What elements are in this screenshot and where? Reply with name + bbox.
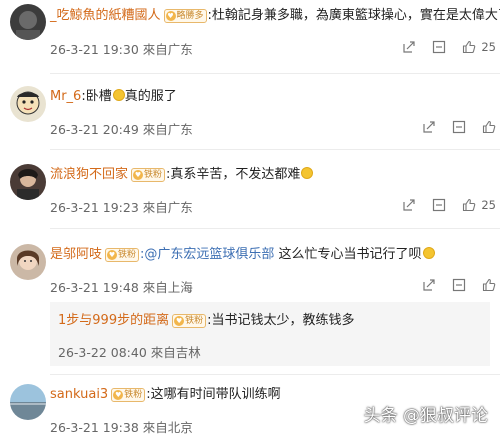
comment-actions: 25	[402, 198, 496, 212]
comment-icon[interactable]	[432, 198, 446, 212]
badge-label: 铁粉	[124, 390, 143, 400]
user-name[interactable]: 流浪狗不回家	[50, 167, 128, 182]
comment-text: :杜翰記身兼多職，為廣東籃球操心，實在是太偉大了	[207, 8, 500, 23]
emoji-icon	[422, 247, 435, 259]
user-name[interactable]: _吃鯨魚的紙糟國人	[50, 8, 161, 23]
location: 來自广东	[142, 122, 193, 137]
comment-text: :这哪有时间带队训练啊	[146, 387, 281, 402]
fan-badge: ♥ 铁粉	[111, 388, 146, 402]
emoji-icon	[301, 167, 314, 179]
user-name[interactable]: Mr_6	[50, 89, 81, 104]
timestamp: 26-3-21 19:30	[50, 42, 139, 57]
comment-meta: 26-3-21 19:30 來自广东	[50, 39, 193, 58]
badge-label: 铁粉	[118, 250, 137, 260]
location: 來自广东	[142, 42, 193, 57]
like-icon[interactable]	[482, 120, 496, 134]
timestamp: 26-3-21 19:23	[50, 200, 139, 215]
reply-user-name[interactable]: 1步与999步的距离	[58, 313, 169, 328]
badge-icon: ♥	[107, 250, 118, 260]
comment-meta: 26-3-21 20:49 來自广东	[50, 119, 193, 138]
timestamp: 26-3-21 19:38	[50, 420, 139, 435]
comment-4: 是邬阿吱 ♥ 铁粉:@广东宏远篮球俱乐部 这么忙专心当书记行了呗 26-3-21 1…	[0, 232, 500, 372]
comment-text: :真系辛苦，不发达都难	[166, 167, 301, 182]
like-icon[interactable]	[462, 40, 476, 54]
divider	[50, 149, 500, 150]
divider	[50, 374, 500, 375]
comment-header: 是邬阿吱 ♥ 铁粉:@广东宏远篮球俱乐部 这么忙专心当书记行了呗	[50, 246, 435, 264]
comment-icon[interactable]	[432, 40, 446, 54]
location: 來自上海	[142, 280, 193, 295]
comment-actions	[422, 120, 496, 134]
comment-text: 这么忙专心当书记行了呗	[274, 247, 422, 262]
reply-text: :当书记钱太少，教练钱多	[207, 313, 355, 328]
avatar[interactable]	[10, 244, 46, 280]
comment-actions: 25	[402, 40, 496, 54]
share-icon[interactable]	[402, 40, 416, 54]
fan-badge: ♥ 铁粉	[105, 248, 140, 262]
avatar[interactable]	[10, 86, 46, 122]
sub-reply: 1步与999步的距离 ♥ 铁粉:当书记钱太少，教练钱多 26-3-22 08:40 …	[50, 302, 490, 366]
timestamp: 26-3-22 08:40	[58, 345, 147, 360]
comment-meta: 26-3-21 19:38 來自北京	[50, 417, 193, 436]
avatar[interactable]	[10, 164, 46, 200]
divider	[50, 228, 500, 229]
like-icon[interactable]	[482, 278, 496, 292]
share-icon[interactable]	[422, 120, 436, 134]
watermark: 头条 @狠叔评论	[363, 406, 488, 426]
like-count: 25	[481, 40, 496, 54]
comment-header: Mr_6:卧槽 真的服了	[50, 88, 177, 106]
fan-badge: ♥ 铁粉	[131, 168, 166, 182]
badge-icon: ♥	[113, 390, 124, 400]
user-name[interactable]: 是邬阿吱	[50, 247, 102, 262]
divider	[50, 73, 500, 74]
badge-icon: ♥	[133, 170, 144, 180]
like-icon[interactable]	[462, 198, 476, 212]
avatar[interactable]	[10, 4, 46, 40]
like-count: 25	[481, 198, 496, 212]
location: 來自吉林	[150, 345, 201, 360]
user-name[interactable]: sankuai3	[50, 387, 108, 402]
timestamp: 26-3-21 20:49	[50, 122, 139, 137]
location: 來自广东	[142, 200, 193, 215]
comment-2: Mr_6:卧槽 真的服了 26-3-21 20:49 來自广东	[0, 76, 500, 148]
comment-text: :卧槽	[81, 89, 112, 104]
emoji-icon	[112, 89, 125, 101]
badge-label: 略勝多	[176, 11, 204, 21]
location: 來自北京	[142, 420, 193, 435]
comment-text-tail: 真的服了	[124, 89, 177, 104]
comment-icon[interactable]	[452, 278, 466, 292]
comment-3: 流浪狗不回家 ♥ 铁粉:真系辛苦，不发达都难 26-3-21 19:23 來自广东 …	[0, 152, 500, 226]
timestamp: 26-3-21 19:48	[50, 280, 139, 295]
fan-badge: ♥ 铁粉	[172, 314, 207, 328]
comment-header: 流浪狗不回家 ♥ 铁粉:真系辛苦，不发达都难	[50, 166, 314, 184]
badge-icon: ♥	[174, 316, 185, 326]
comment-header: _吃鯨魚的紙糟國人 ♥ 略勝多:杜翰記身兼多職，為廣東籃球操心，實在是太偉大了	[50, 7, 500, 25]
reply-header: 1步与999步的距离 ♥ 铁粉:当书记钱太少，教练钱多	[58, 312, 355, 330]
share-icon[interactable]	[422, 278, 436, 292]
fan-badge: ♥ 略勝多	[163, 9, 207, 23]
comment-actions	[422, 278, 496, 292]
comment-meta: 26-3-21 19:48 來自上海	[50, 277, 193, 296]
badge-label: 铁粉	[144, 170, 163, 180]
comment-header: sankuai3 ♥ 铁粉:这哪有时间带队训练啊	[50, 386, 281, 404]
comment-icon[interactable]	[452, 120, 466, 134]
badge-label: 铁粉	[185, 316, 204, 326]
share-icon[interactable]	[402, 198, 416, 212]
badge-icon: ♥	[165, 11, 176, 21]
comment-1: _吃鯨魚的紙糟國人 ♥ 略勝多:杜翰記身兼多職，為廣東籃球操心，實在是太偉大了 26…	[0, 0, 500, 66]
avatar[interactable]	[10, 384, 46, 420]
mention-link[interactable]: :@广东宏远篮球俱乐部	[140, 247, 274, 262]
comment-meta: 26-3-21 19:23 來自广东	[50, 197, 193, 216]
reply-meta: 26-3-22 08:40 來自吉林	[58, 342, 201, 361]
